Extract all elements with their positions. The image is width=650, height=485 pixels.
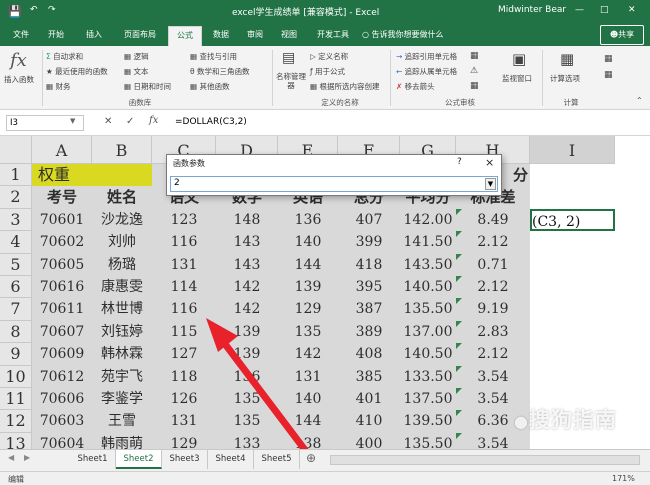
calc-options-button[interactable]: 计算选项 — [550, 73, 580, 84]
tab-page-layout[interactable]: 页面布局 — [116, 26, 164, 46]
calculator-icon: ▦ — [560, 50, 575, 68]
chevron-down-icon[interactable]: ▼ — [70, 117, 75, 125]
sheet-tab-sheet3[interactable]: Sheet3 — [162, 450, 208, 469]
next-sheet-icon[interactable]: ▶ — [24, 453, 30, 462]
ribbon-tabs: 文件 开始 插入 页面布局 公式 数据 审阅 视图 开发工具 ○ 告诉我你想要做… — [0, 22, 650, 46]
group-calculation: 计算 — [563, 98, 579, 107]
person-icon: ☻ — [609, 30, 619, 39]
help-button[interactable]: ? — [457, 157, 462, 167]
fx-icon: fx — [10, 50, 27, 71]
recent-functions-button[interactable]: ★ 最近使用的函数 — [46, 66, 108, 77]
tab-insert[interactable]: 插入 — [78, 26, 110, 46]
insert-function-button[interactable]: 插入函数 — [4, 74, 34, 85]
sheet-tab-sheet4[interactable]: Sheet4 — [208, 450, 254, 469]
tab-home[interactable]: 开始 — [40, 26, 72, 46]
lookup-button[interactable]: ▦ 查找与引用 — [190, 51, 237, 62]
cancel-icon[interactable]: ✕ — [104, 116, 112, 127]
title-bar: 💾 ↶ ↷ excel学生成绩单 [兼容模式] - Excel Midwinte… — [0, 0, 650, 22]
function-arguments-dialog: 函数参数 ? × 2 ▼ — [166, 154, 502, 196]
remove-icon: ✗ — [396, 82, 405, 91]
tab-review[interactable]: 审阅 — [240, 26, 270, 46]
create-from-selection-button[interactable]: ▦ 根据所选内容创建 — [310, 81, 379, 92]
math-button[interactable]: θ 数学和三角函数 — [190, 66, 249, 77]
tag-icon: ▷ — [310, 52, 319, 61]
expand-dialog-icon[interactable]: ▼ — [485, 178, 496, 190]
enter-icon[interactable]: ✓ — [126, 116, 134, 127]
formula-bar: I3 ▼ ✕ ✓ fx =DOLLAR(C3,2) — [0, 110, 650, 136]
trace-precedents-button[interactable]: → 追踪引用单元格 — [396, 51, 457, 62]
text-button[interactable]: ▦ 文本 — [124, 66, 148, 77]
tab-formulas[interactable]: 公式 — [168, 26, 202, 46]
remove-arrows-button[interactable]: ✗ 移去箭头 — [396, 81, 435, 92]
arrow-head — [206, 318, 238, 352]
ribbon: fx 插入函数 Σ 自动求和 ★ 最近使用的函数 ▦ 财务 ▦ 逻辑 ▦ 文本 … — [0, 46, 650, 110]
math-icon: θ — [190, 67, 197, 76]
status-mode: 编辑 — [8, 475, 24, 484]
tell-me-search[interactable]: ○ 告诉我你想要做什么 — [362, 26, 472, 46]
group-function-library: 函数库 — [128, 98, 152, 107]
sheet-tab-sheet2[interactable]: Sheet2 — [116, 450, 162, 469]
star-icon: ★ — [46, 67, 56, 76]
tab-view[interactable]: 视图 — [274, 26, 304, 46]
define-name-button[interactable]: ▷ 定义名称 — [310, 51, 348, 62]
argument-input[interactable]: 2 — [170, 176, 498, 192]
watch-window-icon: ▣ — [512, 50, 527, 68]
user-name: Midwinter Bear — [498, 5, 567, 15]
arrow-icon: ← — [396, 67, 405, 76]
paw-icon: ● — [514, 412, 529, 431]
group-defined-names: 定义的名称 — [321, 98, 359, 107]
zoom-level: 171% — [612, 474, 635, 483]
group-formula-auditing: 公式审核 — [445, 98, 475, 107]
autosum-button[interactable]: Σ 自动求和 — [46, 51, 83, 62]
watermark: ●搜狗指南 — [514, 408, 617, 432]
datetime-button[interactable]: ▦ 日期和时间 — [124, 81, 171, 92]
horizontal-scrollbar[interactable] — [330, 455, 640, 465]
logical-button[interactable]: ▦ 逻辑 — [124, 51, 148, 62]
use-in-formula-button[interactable]: ƒ 用于公式 — [310, 66, 345, 77]
lightbulb-icon: ○ — [362, 30, 372, 39]
sheet-tab-sheet1[interactable]: Sheet1 — [70, 450, 116, 469]
add-sheet-icon[interactable]: ⊕ — [306, 451, 316, 465]
dialog-close-button[interactable]: × — [485, 156, 494, 169]
sheet-tabs-bar: ◀ ▶ Sheet1 Sheet2 Sheet3 Sheet4 Sheet5 ⊕ — [0, 449, 650, 471]
prev-sheet-icon[interactable]: ◀ — [8, 453, 14, 462]
close-icon[interactable]: ✕ — [628, 5, 636, 15]
dialog-title: 函数参数 — [173, 159, 205, 168]
show-formulas-icon[interactable]: ▦ — [470, 51, 479, 61]
cell-i3-editing[interactable]: (C3, 2) — [530, 208, 615, 232]
undo-icon[interactable]: ↶ — [30, 5, 38, 15]
status-bar: 编辑 171% — [0, 471, 650, 485]
save-icon[interactable]: 💾 — [8, 5, 22, 18]
redo-icon[interactable]: ↷ — [48, 5, 56, 15]
arrow-shaft — [218, 336, 309, 449]
sheet-tab-sheet5[interactable]: Sheet5 — [254, 450, 300, 469]
name-manager-icon: ▤ — [282, 50, 296, 66]
insert-function-icon[interactable]: fx — [149, 115, 158, 126]
trace-dependents-button[interactable]: ← 追踪从属单元格 — [396, 66, 457, 77]
calc-now-icon[interactable]: ▦ — [604, 54, 613, 64]
tab-file[interactable]: 文件 — [6, 26, 36, 46]
share-button[interactable]: ☻共享 — [600, 25, 644, 45]
error-check-icon[interactable]: ⚠ — [470, 66, 478, 76]
formula-input[interactable]: =DOLLAR(C3,2) — [172, 115, 642, 131]
window-title: excel学生成绩单 [兼容模式] - Excel — [232, 8, 380, 18]
watermark-url: zhinan.sogou.com — [540, 431, 613, 440]
arrow-icon: → — [396, 52, 405, 61]
more-functions-button[interactable]: ▦ 其他函数 — [190, 81, 229, 92]
financial-button[interactable]: ▦ 财务 — [46, 81, 70, 92]
watch-window-button[interactable]: 监视窗口 — [502, 73, 532, 84]
calc-sheet-icon[interactable]: ▦ — [604, 70, 613, 80]
tab-developer[interactable]: 开发工具 — [310, 26, 356, 46]
name-manager-button[interactable]: 名称管理器 — [276, 72, 306, 90]
tab-data[interactable]: 数据 — [206, 26, 236, 46]
minimize-icon[interactable]: — — [575, 5, 584, 15]
evaluate-formula-icon[interactable]: ▦ — [470, 81, 479, 91]
maximize-icon[interactable]: □ — [600, 5, 609, 15]
collapse-ribbon-icon[interactable]: ⌃ — [636, 96, 643, 105]
